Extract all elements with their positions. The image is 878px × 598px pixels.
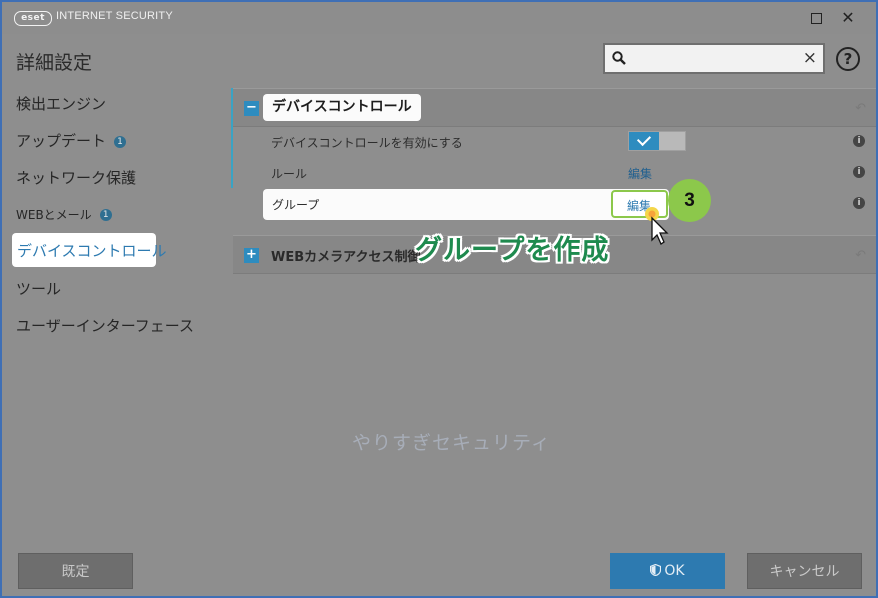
info-icon[interactable]: i xyxy=(853,197,865,209)
section-title: WEBカメラアクセス制御 xyxy=(271,250,421,265)
cancel-button[interactable]: キャンセル xyxy=(747,553,862,589)
notification-badge: 1 xyxy=(99,209,112,221)
watermark-text: やりすぎセキュリティ xyxy=(352,432,551,454)
sidebar-item-detection-engine[interactable]: 検出エンジン xyxy=(16,93,106,114)
search-icon xyxy=(612,51,626,65)
eset-logo: eset xyxy=(14,11,52,26)
search-input[interactable] xyxy=(631,49,795,71)
ok-label: OK xyxy=(664,563,685,579)
enable-toggle[interactable] xyxy=(628,131,686,151)
section-title: デバイスコントロール xyxy=(263,94,421,121)
notification-badge: 1 xyxy=(114,136,127,148)
reset-icon[interactable]: ↶ xyxy=(855,101,866,116)
sidebar-item-label: ユーザーインターフェース xyxy=(16,317,195,335)
settings-window: eset INTERNET SECURITY ✕ 詳細設定 × ? 検出エンジン… xyxy=(0,0,878,598)
setting-label: グループ xyxy=(272,198,320,212)
maximize-button[interactable] xyxy=(808,10,824,26)
expand-icon[interactable]: + xyxy=(244,248,259,263)
sidebar-item-label: WEBとメール xyxy=(16,208,92,222)
step-number-badge: 3 xyxy=(668,179,711,222)
default-button[interactable]: 既定 xyxy=(18,553,133,589)
device-control-section-header[interactable]: − デバイスコントロール ↶ xyxy=(233,88,876,127)
mouse-pointer-icon xyxy=(645,207,669,245)
info-icon[interactable]: i xyxy=(853,166,865,178)
info-icon[interactable]: i xyxy=(853,135,865,147)
check-icon xyxy=(636,131,652,147)
help-icon[interactable]: ? xyxy=(836,47,860,71)
sidebar-item-tools[interactable]: ツール xyxy=(16,278,61,299)
sidebar-item-user-interface[interactable]: ユーザーインターフェース xyxy=(16,315,194,336)
setting-label: ルール xyxy=(271,167,308,181)
sidebar-item-network-protection[interactable]: ネットワーク保護 xyxy=(16,167,136,188)
search-box[interactable]: × xyxy=(603,43,825,74)
sidebar-item-label: ネットワーク保護 xyxy=(16,169,137,187)
title-bar: eset INTERNET SECURITY ✕ xyxy=(2,2,876,34)
toggle-on-state xyxy=(629,131,659,150)
app-title: INTERNET SECURITY xyxy=(56,10,173,22)
sidebar-item-label: デバイスコントロール xyxy=(17,242,167,260)
reset-icon[interactable]: ↶ xyxy=(855,248,866,263)
sidebar-item-label: アップデート xyxy=(16,132,107,150)
setting-row-enable: デバイスコントロールを有効にする i xyxy=(233,126,876,157)
setting-row-rules: ルール 編集 i xyxy=(233,157,876,188)
sidebar-item-web-and-email[interactable]: WEBとメール 1 xyxy=(16,205,112,223)
collapse-icon[interactable]: − xyxy=(244,101,259,116)
close-window-button[interactable]: ✕ xyxy=(840,10,856,26)
rules-edit-link[interactable]: 編集 xyxy=(628,165,652,182)
callout-text: グループを作成 xyxy=(415,235,610,266)
sidebar-item-device-control[interactable]: デバイスコントロール xyxy=(12,233,167,267)
sidebar-item-update[interactable]: アップデート 1 xyxy=(16,130,127,151)
sidebar-item-label: 検出エンジン xyxy=(16,95,107,113)
page-title: 詳細設定 xyxy=(16,52,93,74)
groups-row-highlight: グループ xyxy=(263,189,669,220)
ok-button[interactable]: OK xyxy=(610,553,725,589)
clear-search-icon[interactable]: × xyxy=(803,48,817,68)
setting-label: デバイスコントロールを有効にする xyxy=(271,136,463,150)
shield-icon xyxy=(650,563,662,577)
sidebar-item-label: ツール xyxy=(16,280,62,298)
